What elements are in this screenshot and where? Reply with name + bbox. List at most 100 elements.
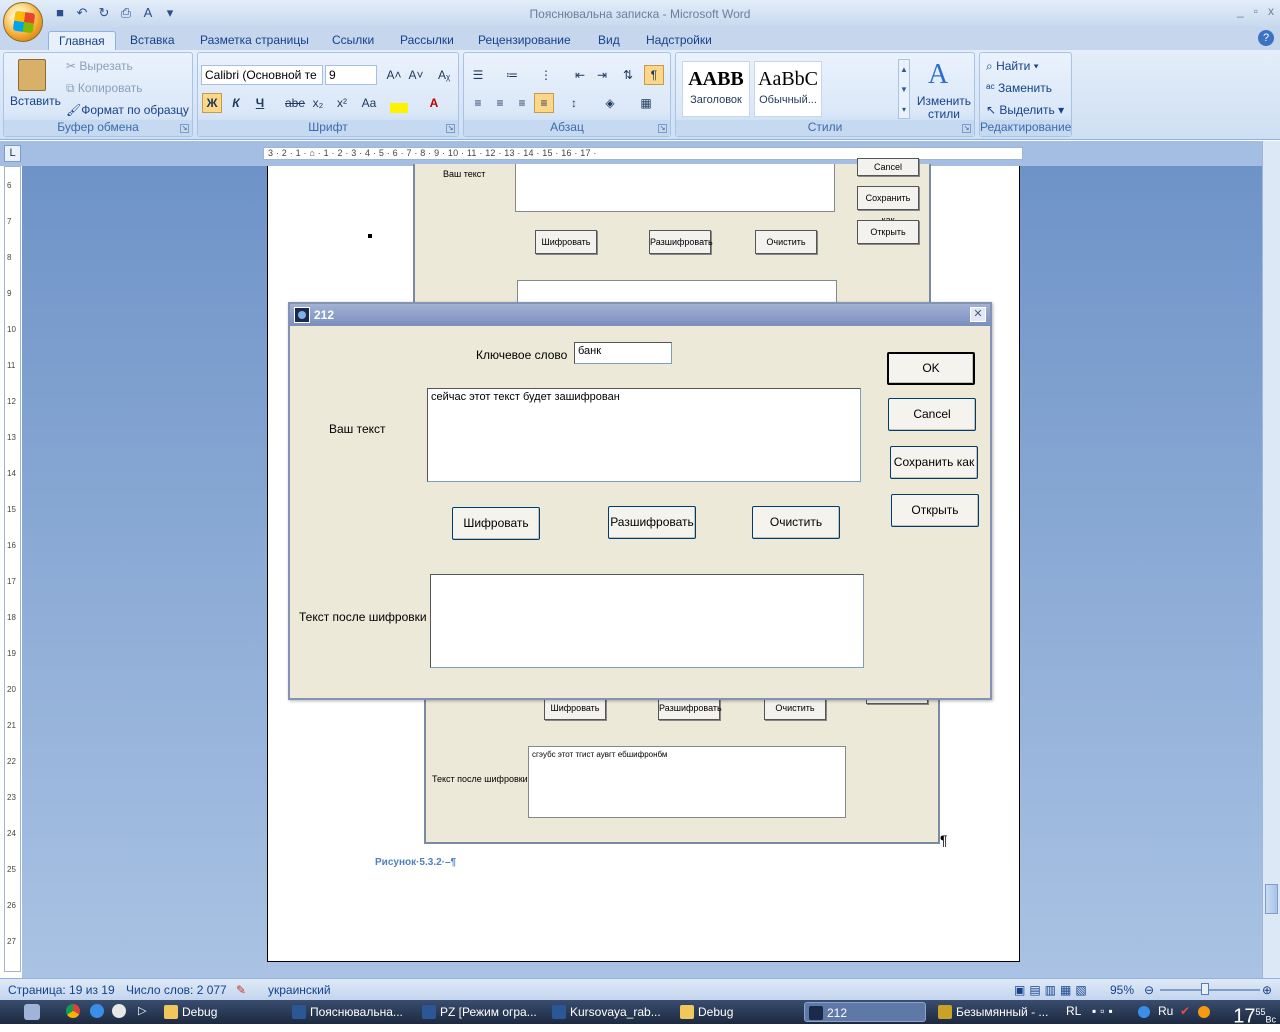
- italic-button[interactable]: К: [226, 93, 246, 113]
- tab-page-layout[interactable]: Разметка страницы: [190, 31, 319, 50]
- language-indicator[interactable]: украинский: [268, 983, 331, 997]
- borders-icon[interactable]: ▦: [636, 93, 656, 113]
- line-spacing-icon[interactable]: ↕: [564, 93, 584, 113]
- tab-review[interactable]: Рецензирование: [468, 31, 581, 50]
- paragraph-launcher-icon[interactable]: ↘: [658, 124, 667, 133]
- word-count[interactable]: Число слов: 2 077: [126, 983, 227, 997]
- change-styles-button[interactable]: Изменить стили: [916, 95, 972, 121]
- decrypt-button[interactable]: Разшифровать: [608, 506, 696, 539]
- open-button[interactable]: Открыть: [891, 494, 979, 527]
- print-preview-icon[interactable]: ⎙: [118, 5, 134, 21]
- strikethrough-button[interactable]: abe: [284, 93, 305, 113]
- vertical-ruler[interactable]: 6 7 8 9 10 11 12 13 14 15 16 17 18 19 20 21 22 23 24 25 26 27: [4, 166, 21, 972]
- vertical-scrollbar[interactable]: [1262, 141, 1280, 978]
- save-icon[interactable]: ■: [52, 5, 68, 21]
- task-paint[interactable]: Безымянный - ...: [934, 1002, 1056, 1022]
- bullets-icon[interactable]: ☰: [468, 65, 488, 85]
- ok-button[interactable]: OK: [887, 352, 975, 385]
- keyword-input[interactable]: банк: [574, 342, 672, 364]
- subscript-button[interactable]: x₂: [308, 93, 328, 113]
- multilevel-list-icon[interactable]: ⋮: [536, 65, 556, 85]
- font-launcher-icon[interactable]: ↘: [446, 124, 455, 133]
- cancel-button[interactable]: Cancel: [888, 398, 976, 431]
- underline-button[interactable]: Ч: [250, 93, 270, 113]
- numbering-icon[interactable]: ≔: [502, 65, 522, 85]
- page-indicator[interactable]: Страница: 19 из 19: [8, 983, 115, 997]
- cut-button[interactable]: ✂ Вырезать: [66, 59, 133, 73]
- redo-icon[interactable]: ↻: [96, 5, 112, 21]
- input-language[interactable]: RL: [1066, 1004, 1081, 1018]
- task-pz-doc[interactable]: PZ [Режим огра...: [418, 1002, 542, 1022]
- font-size-combo[interactable]: 9: [325, 65, 377, 85]
- view-buttons-icon[interactable]: ▣▤▥▦▧: [1014, 983, 1091, 997]
- after-encryption-output[interactable]: [430, 574, 864, 668]
- increase-indent-icon[interactable]: ⇥: [592, 65, 612, 85]
- save-as-button[interactable]: Сохранить как: [890, 446, 978, 479]
- copy-button[interactable]: ⧉ Копировать: [66, 81, 143, 96]
- change-styles-icon[interactable]: A: [928, 59, 948, 91]
- align-center-icon[interactable]: ≡: [490, 93, 510, 113]
- antivirus-icon[interactable]: ✔: [1180, 1004, 1190, 1018]
- bold-button[interactable]: Ж: [202, 93, 222, 113]
- clear-format-icon[interactable]: Aᵪ: [434, 65, 454, 85]
- your-text-input[interactable]: сейчас этот текст будет зашифрован: [427, 388, 861, 482]
- close-icon[interactable]: ✕: [970, 307, 986, 322]
- clipboard-launcher-icon[interactable]: ↘: [180, 124, 189, 133]
- paste-button[interactable]: Вставить: [10, 94, 61, 108]
- network-icon[interactable]: [1138, 1006, 1150, 1018]
- help-icon[interactable]: ?: [1258, 30, 1274, 46]
- decrease-indent-icon[interactable]: ⇤: [570, 65, 590, 85]
- zoom-slider-thumb[interactable]: [1201, 983, 1209, 995]
- format-painter-button[interactable]: 🖌Формат по образцу: [66, 103, 189, 117]
- styles-launcher-icon[interactable]: ↘: [962, 124, 971, 133]
- replace-button[interactable]: ᵃᶜ Заменить: [986, 81, 1052, 95]
- task-debug-1[interactable]: Debug: [160, 1002, 280, 1022]
- style-normal[interactable]: AaBbC Обычный...: [754, 61, 822, 117]
- zoom-out-icon[interactable]: ⊖: [1144, 983, 1154, 997]
- justify-icon[interactable]: ≡: [534, 93, 554, 113]
- task-kursovaya[interactable]: Kursovaya_rab...: [548, 1002, 672, 1022]
- select-button[interactable]: ↖ Выделить ▾: [986, 103, 1064, 117]
- font-color-icon[interactable]: A: [424, 93, 444, 113]
- proofing-icon[interactable]: ✎: [236, 983, 246, 997]
- tab-insert[interactable]: Вставка: [120, 31, 185, 50]
- tab-selector-icon[interactable]: L: [4, 145, 21, 162]
- shrink-font-icon[interactable]: A˅: [406, 65, 426, 85]
- update-icon[interactable]: [1198, 1006, 1210, 1018]
- clear-button[interactable]: Очистить: [752, 506, 840, 539]
- paste-icon[interactable]: [18, 59, 46, 91]
- ime-indicator[interactable]: Ru: [1158, 1004, 1173, 1018]
- styles-gallery-scroll[interactable]: ▲ ▼ ▾: [898, 59, 910, 119]
- tray-icons[interactable]: ▪▫▪: [1092, 1004, 1117, 1018]
- customize-qat-icon[interactable]: ▾: [162, 5, 178, 21]
- superscript-button[interactable]: x²: [332, 93, 352, 113]
- close-button[interactable]: x: [1268, 4, 1274, 18]
- task-word-doc[interactable]: Пояснювальна...: [288, 1002, 412, 1022]
- grow-font-icon[interactable]: A˄: [384, 65, 404, 85]
- media-player-icon[interactable]: [112, 1004, 126, 1018]
- show-marks-icon[interactable]: ¶: [644, 65, 664, 85]
- office-button[interactable]: [3, 2, 43, 42]
- maximize-button[interactable]: ▫: [1254, 4, 1258, 18]
- spelling-icon[interactable]: A: [140, 5, 156, 21]
- font-name-combo[interactable]: Calibri (Основной те: [201, 65, 323, 85]
- align-left-icon[interactable]: ≡: [468, 93, 488, 113]
- chrome-icon[interactable]: [66, 1004, 80, 1018]
- encrypt-button[interactable]: Шифровать: [452, 507, 540, 540]
- tab-home[interactable]: Главная: [48, 31, 116, 50]
- align-right-icon[interactable]: ≡: [512, 93, 532, 113]
- dialog-title-bar[interactable]: 212 ✕: [290, 304, 990, 326]
- sort-icon[interactable]: ⇅: [618, 65, 638, 85]
- tab-addins[interactable]: Надстройки: [636, 31, 722, 50]
- shading-icon[interactable]: ◈: [600, 93, 620, 113]
- style-heading[interactable]: AABB Заголовок: [682, 61, 750, 117]
- change-case-button[interactable]: Aa: [356, 93, 382, 113]
- task-debug-2[interactable]: Debug: [676, 1002, 800, 1022]
- tab-mailings[interactable]: Рассылки: [390, 31, 464, 50]
- task-212[interactable]: 212: [804, 1002, 926, 1022]
- tab-references[interactable]: Ссылки: [322, 31, 384, 50]
- highlight-icon[interactable]: [390, 103, 408, 113]
- zoom-in-icon[interactable]: ⊕: [1262, 983, 1272, 997]
- clock[interactable]: 1755Вс: [1233, 1000, 1276, 1032]
- scroll-thumb[interactable]: [1265, 884, 1278, 914]
